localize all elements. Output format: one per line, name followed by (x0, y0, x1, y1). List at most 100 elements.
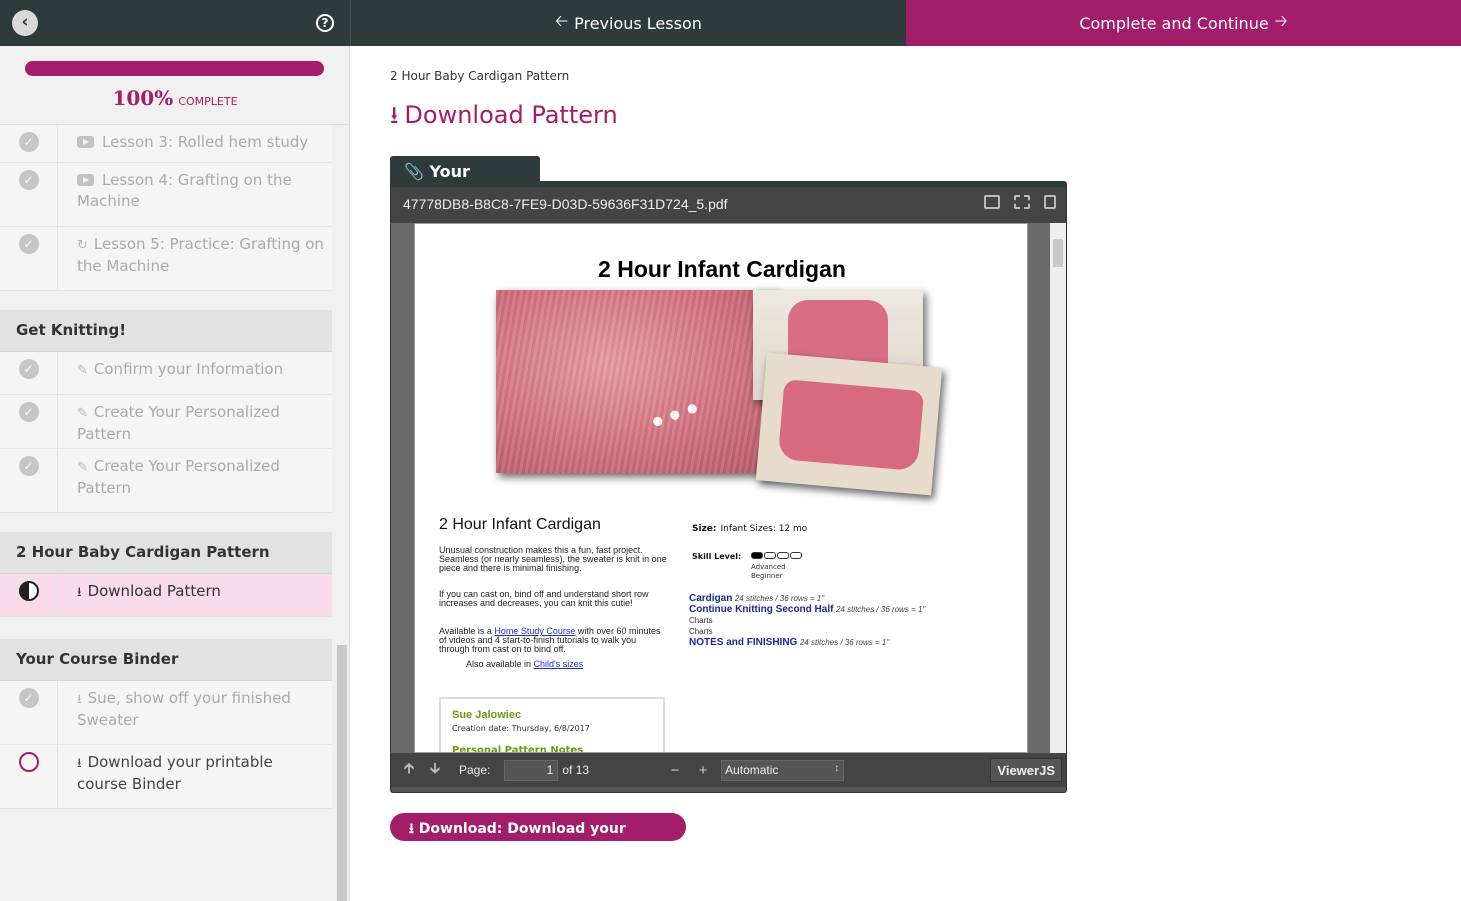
section-title: Your Course Binder (0, 639, 332, 681)
toc-charts[interactable]: Charts (689, 615, 949, 626)
pdf-subheading: 2 Hour Infant Cardigan (439, 516, 601, 533)
next-page-icon[interactable]: 🡳 (425, 758, 445, 783)
complete-and-continue-label: Complete and Continue (1079, 13, 1269, 33)
lesson-label: Lesson 5: Practice: Grafting on the Mach… (77, 235, 324, 275)
toc-title: NOTES and FINISHING (689, 637, 798, 648)
skill-text-line: Advanced (751, 563, 786, 571)
lesson-item[interactable]: ✓ ✎ Confirm your Information (0, 352, 332, 395)
toc-entry[interactable]: Cardigan 24 stitches / 36 rows = 1" (689, 593, 949, 604)
toc-gauge: 24 stitches / 36 rows = 1" (734, 594, 825, 603)
complete-and-continue-button[interactable]: Complete and Continue 🡢 (906, 0, 1461, 46)
zoom-select[interactable]: Automatic (721, 759, 845, 781)
download-file-icon[interactable] (1044, 195, 1056, 209)
cardigan-flat-photo (755, 352, 943, 496)
refresh-icon: ↻ (77, 238, 88, 253)
pdf-size: Size: Infant Sizes: 12 mo (692, 524, 807, 534)
your-pattern-tab[interactable]: 📎 Your Pattern (390, 156, 540, 200)
pdf-canvas[interactable]: 2 Hour Infant Cardigan ● ● ● 2 Hour Infa… (391, 223, 1066, 753)
toc-gauge: 24 stitches / 36 rows = 1" (835, 605, 926, 614)
zoom-in-icon[interactable]: + (693, 762, 713, 779)
lesson-body: Lesson 3: Rolled hem study (58, 125, 316, 162)
toc-charts[interactable]: Charts (689, 626, 949, 637)
lesson-status (0, 574, 58, 616)
lesson-item[interactable]: ✓ Lesson 4: Grafting on the Machine (0, 163, 332, 227)
lesson-item[interactable]: ✓ ⭳ Sue, show off your finished Sweater (0, 681, 332, 745)
help-button[interactable]: ? (316, 14, 334, 32)
pdf-paragraph: Unusual construction makes this a fun, f… (439, 545, 667, 573)
lesson-item[interactable]: ✓ Lesson 3: Rolled hem study (0, 125, 332, 163)
zoom-out-icon[interactable]: − (665, 762, 685, 779)
buttons-detail: ● ● ● (650, 399, 701, 429)
check-circle-icon: ✓ (18, 234, 39, 254)
main-content: 2 Hour Baby Cardigan Pattern ⭳ Download P… (390, 46, 1461, 901)
youtube-icon (77, 174, 94, 186)
toc-gauge: 24 stitches / 36 rows = 1" (799, 638, 890, 647)
download-icon: ⭳ (77, 756, 82, 771)
lesson-status (0, 745, 58, 808)
size-value: Infant Sizes: 12 mo (720, 524, 808, 534)
section-title: Get Knitting! (0, 310, 332, 352)
arrow-right-icon: 🡢 (1274, 10, 1288, 30)
lesson-body: ↻ Lesson 5: Practice: Grafting on the Mac… (58, 227, 332, 290)
lesson-status: ✓ (0, 125, 58, 162)
page-title-text: Download Pattern (404, 101, 618, 129)
size-label: Size: (692, 524, 717, 534)
skill-box (751, 552, 763, 559)
sidebar-scrollbar[interactable] (334, 125, 349, 901)
check-circle-icon: ✓ (18, 132, 39, 152)
check-circle-icon: ✓ (18, 359, 39, 379)
viewerjs-brand[interactable]: ViewerJS (990, 758, 1062, 782)
skill-label-text: Skill Level: (692, 552, 742, 561)
lesson-status: ✓ (0, 352, 58, 394)
progress-text: 100% COMPLETE (0, 86, 349, 110)
progress-bar (25, 61, 324, 76)
progress-percent: 100% (112, 86, 174, 110)
progress-complete-label: COMPLETE (178, 95, 238, 108)
previous-lesson-button[interactable]: 🡠 Previous Lesson (350, 0, 906, 46)
lesson-item-active[interactable]: ⭳ Download Pattern (0, 574, 332, 617)
page-count: of 13 (562, 763, 590, 777)
viewer-scroll-thumb[interactable] (1053, 239, 1063, 267)
lesson-item[interactable]: ⭳ Download your printable course Binder (0, 745, 332, 809)
back-button[interactable]: ‹ (12, 10, 38, 36)
arrow-left-icon: 🡠 (555, 10, 569, 30)
page-label: Page: (459, 763, 491, 777)
childs-sizes-link[interactable]: Child's sizes (534, 659, 584, 669)
lesson-label: Lesson 4: Grafting on the Machine (77, 171, 292, 210)
check-circle-icon: ✓ (18, 688, 39, 708)
sidebar-scroll-thumb[interactable] (337, 645, 347, 901)
page-number-input[interactable]: 1 (504, 759, 559, 781)
lesson-body: ✎ Create Your Personalized Pattern (58, 395, 332, 448)
half-circle-icon (18, 581, 39, 601)
pdf-heading: 2 Hour Infant Cardigan (598, 256, 846, 282)
toc-entry[interactable]: NOTES and FINISHING 24 stitches / 36 row… (689, 637, 949, 648)
viewer-scrollbar[interactable] (1050, 223, 1066, 753)
lesson-status: ✓ (0, 163, 58, 226)
lesson-body: ⭳ Download Pattern (58, 574, 229, 616)
lesson-body: ⭳ Sue, show off your finished Sweater (58, 681, 332, 744)
viewer-titlebar: 47778DB8-B8C8-7FE9-D03D-59636F31D724_5.p… (391, 187, 1066, 223)
pdf-paragraph: Also available in Child's sizes (439, 660, 669, 669)
paperclip-icon: 📎 (404, 162, 424, 181)
check-circle-icon: ✓ (18, 402, 39, 422)
course-progress: 100% COMPLETE (0, 46, 349, 125)
skill-level-text: Advanced Beginner (751, 563, 786, 581)
lesson-status: ✓ (0, 227, 58, 290)
page-title: ⭳ Download Pattern (390, 98, 618, 139)
download-icon: ⭳ (390, 101, 399, 129)
section-gap (0, 617, 332, 639)
lesson-item[interactable]: ✓ ✎ Create Your Personalized Pattern (0, 449, 332, 513)
lesson-body: Lesson 4: Grafting on the Machine (58, 163, 332, 226)
toc-entry[interactable]: Continue Knitting Second Half 24 stitche… (689, 604, 949, 615)
previous-page-icon[interactable]: 🡱 (399, 758, 419, 783)
lesson-item[interactable]: ✓ ↻ Lesson 5: Practice: Grafting on the M… (0, 227, 332, 291)
skill-text-line: Beginner (751, 572, 783, 580)
download-pattern-button[interactable]: ⭳ Download: Download your pattern (390, 813, 686, 858)
fullscreen-icon[interactable] (1014, 195, 1030, 209)
course-sidebar: 100% COMPLETE ✓ Lesson 3: Rolled hem stu… (0, 46, 350, 901)
presentation-icon[interactable] (984, 195, 1000, 209)
lesson-item[interactable]: ✓ ✎ Create Your Personalized Pattern (0, 395, 332, 449)
check-circle-icon: ✓ (18, 170, 39, 190)
download-icon: ⭳ (77, 585, 82, 600)
youtube-icon (77, 136, 94, 148)
